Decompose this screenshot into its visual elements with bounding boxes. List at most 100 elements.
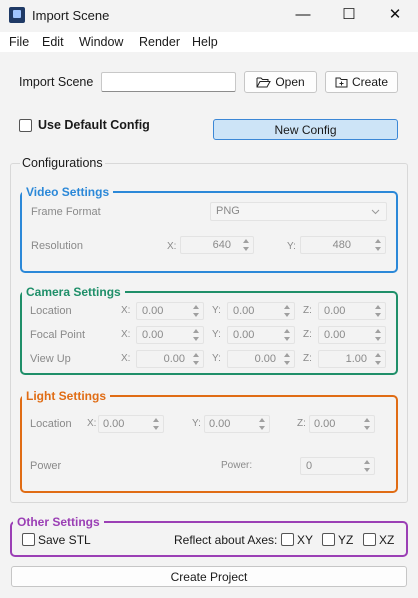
light-location-z-label: Z: [297, 418, 306, 429]
menu-bar: File Edit Window Render Help [0, 32, 418, 52]
reflect-axes-label: Reflect about Axes: [174, 533, 278, 547]
spin-arrows-icon [374, 327, 383, 343]
light-power-spinbox[interactable]: 0 [300, 457, 375, 475]
camera-location-z-spinbox[interactable]: 0.00 [318, 302, 386, 320]
camera-viewup-x-label: X: [121, 353, 131, 364]
camera-focal-z-value: 0.00 [324, 329, 346, 341]
resolution-x-spinbox[interactable]: 640 [180, 236, 254, 254]
light-location-y-label: Y: [192, 418, 201, 429]
camera-viewup-x-spinbox[interactable]: 0.00 [136, 350, 204, 368]
video-settings-title: Video Settings [22, 185, 114, 199]
camera-location-z-label: Z: [303, 305, 312, 316]
camera-focal-y-spinbox[interactable]: 0.00 [227, 326, 295, 344]
spin-arrows-icon [192, 351, 201, 367]
spin-arrows-icon [363, 458, 372, 474]
light-location-x-value: 0.00 [103, 418, 125, 430]
create-project-button[interactable]: Create Project [11, 566, 407, 587]
spin-arrows-icon [152, 416, 161, 432]
spin-arrows-icon [283, 351, 292, 367]
use-default-config-label: Use Default Config [38, 118, 150, 132]
light-location-z-spinbox[interactable]: 0.00 [309, 415, 375, 433]
camera-focal-y-label: Y: [212, 329, 221, 340]
spin-arrows-icon [374, 351, 383, 367]
other-settings-title: Other Settings [13, 515, 104, 529]
camera-viewup-y-spinbox[interactable]: 0.00 [227, 350, 295, 368]
camera-view-up-label: View Up [30, 353, 71, 365]
camera-settings-title: Camera Settings [22, 285, 125, 299]
camera-location-y-label: Y: [212, 305, 221, 316]
camera-focal-x-value: 0.00 [142, 329, 164, 341]
spin-arrows-icon [192, 327, 201, 343]
light-location-y-value: 0.00 [209, 418, 231, 430]
camera-focal-x-label: X: [121, 329, 131, 340]
light-settings-group [20, 395, 398, 493]
spin-arrows-icon [374, 303, 383, 319]
spin-arrows-icon [283, 327, 292, 343]
spin-arrows-icon [283, 303, 292, 319]
camera-location-y-spinbox[interactable]: 0.00 [227, 302, 295, 320]
camera-focal-z-spinbox[interactable]: 0.00 [318, 326, 386, 344]
reflect-xy-checkbox[interactable] [281, 533, 294, 546]
camera-viewup-y-label: Y: [212, 353, 221, 364]
camera-location-y-value: 0.00 [233, 305, 255, 317]
close-button[interactable]: ✕ [372, 0, 418, 32]
camera-location-x-spinbox[interactable]: 0.00 [136, 302, 204, 320]
window-title: Import Scene [32, 8, 110, 23]
light-location-label: Location [30, 418, 72, 430]
menu-help[interactable]: Help [192, 35, 218, 49]
light-power-label: Power [30, 460, 62, 472]
spin-arrows-icon [258, 416, 267, 432]
spin-arrows-icon [192, 303, 201, 319]
new-config-button[interactable]: New Config [213, 119, 398, 140]
new-folder-icon [335, 77, 348, 87]
minimize-button[interactable]: — [280, 0, 326, 32]
app-icon [9, 7, 25, 23]
reflect-xy-label: XY [297, 533, 314, 547]
frame-format-select[interactable]: PNG [210, 202, 387, 221]
resolution-x-label: X: [167, 241, 177, 252]
camera-focal-x-spinbox[interactable]: 0.00 [136, 326, 204, 344]
light-location-x-label: X: [87, 418, 97, 429]
create-button-label: Create [351, 75, 389, 89]
menu-window[interactable]: Window [79, 35, 123, 49]
save-stl-label: Save STL [38, 533, 91, 547]
camera-location-z-value: 0.00 [324, 305, 346, 317]
camera-viewup-z-value: 1.00 [345, 353, 367, 365]
camera-viewup-y-value: 0.00 [254, 353, 276, 365]
resolution-x-value: 640 [212, 239, 231, 251]
reflect-xz-checkbox[interactable] [363, 533, 376, 546]
camera-location-label: Location [30, 305, 72, 317]
open-button[interactable]: Open [244, 71, 317, 93]
resolution-y-label: Y: [287, 241, 296, 252]
maximize-button[interactable]: ☐ [326, 0, 372, 32]
resolution-label: Resolution [31, 240, 83, 252]
camera-viewup-z-spinbox[interactable]: 1.00 [318, 350, 386, 368]
light-power-field-label: Power: [221, 460, 253, 471]
light-location-y-spinbox[interactable]: 0.00 [204, 415, 270, 433]
use-default-config-checkbox[interactable] [19, 119, 32, 132]
light-settings-title: Light Settings [22, 389, 110, 403]
light-location-z-value: 0.00 [314, 418, 336, 430]
title-bar: Import Scene — ☐ ✕ [0, 0, 418, 32]
reflect-yz-checkbox[interactable] [322, 533, 335, 546]
spin-arrows-icon [242, 237, 251, 253]
save-stl-checkbox[interactable] [22, 533, 35, 546]
menu-file[interactable]: File [9, 35, 29, 49]
camera-focal-y-value: 0.00 [233, 329, 255, 341]
create-button[interactable]: Create [325, 71, 398, 93]
frame-format-value: PNG [216, 205, 240, 217]
menu-edit[interactable]: Edit [42, 35, 64, 49]
import-path-input[interactable] [101, 72, 236, 92]
spin-arrows-icon [363, 416, 372, 432]
import-scene-label: Import Scene [19, 75, 94, 89]
folder-open-icon [256, 77, 272, 87]
light-power-value: 0 [306, 460, 313, 472]
camera-location-x-value: 0.00 [142, 305, 164, 317]
spin-arrows-icon [374, 237, 383, 253]
resolution-y-spinbox[interactable]: 480 [300, 236, 386, 254]
reflect-xz-label: XZ [379, 533, 395, 547]
reflect-yz-label: YZ [338, 533, 354, 547]
light-location-x-spinbox[interactable]: 0.00 [98, 415, 164, 433]
camera-viewup-x-value: 0.00 [163, 353, 185, 365]
menu-render[interactable]: Render [139, 35, 180, 49]
